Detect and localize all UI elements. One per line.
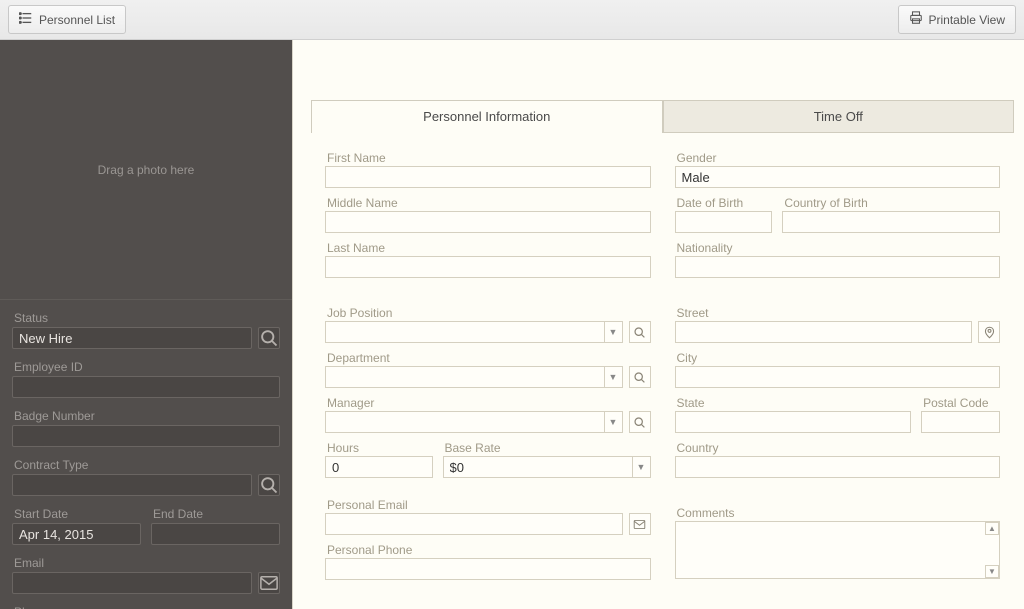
comments-label: Comments [675,506,1001,521]
personal-phone-label: Personal Phone [325,543,651,558]
scroll-down-icon[interactable]: ▼ [985,565,999,578]
department-label: Department [325,351,651,366]
end-date-label: End Date [151,504,280,523]
personal-email-button[interactable] [629,513,651,535]
end-date-input[interactable] [151,523,280,545]
personal-email-label: Personal Email [325,498,651,513]
employee-id-input[interactable] [12,376,280,398]
street-input[interactable] [675,321,973,343]
city-input[interactable] [675,366,1001,388]
start-date-input[interactable] [12,523,141,545]
first-name-label: First Name [325,151,651,166]
personal-phone-input[interactable] [325,558,651,580]
country-input[interactable] [675,456,1001,478]
manager-lookup-button[interactable] [629,411,651,433]
list-icon [19,11,33,28]
city-label: City [675,351,1001,366]
middle-name-label: Middle Name [325,196,651,211]
chevron-down-icon: ▼ [604,412,622,432]
email-label: Email [12,553,280,572]
personnel-list-button[interactable]: Personnel List [8,5,126,34]
job-lookup-button[interactable] [629,321,651,343]
chevron-down-icon: ▼ [604,322,622,342]
hours-input[interactable] [325,456,433,478]
job-label: Job Position [325,306,651,321]
contract-type-lookup-button[interactable] [258,474,280,496]
last-name-input[interactable] [325,256,651,278]
photo-drop-zone[interactable]: Drag a photo here [0,40,292,300]
printable-view-label: Printable View [929,13,1006,27]
map-pin-button[interactable] [978,321,1000,343]
photo-drop-label: Drag a photo here [98,163,195,177]
postal-input[interactable] [921,411,1000,433]
status-label: Status [12,308,280,327]
tabs: Personnel Information Time Off [311,100,1014,133]
state-input[interactable] [675,411,912,433]
badge-label: Badge Number [12,406,280,425]
manager-label: Manager [325,396,651,411]
street-label: Street [675,306,1001,321]
gender-label: Gender [675,151,1001,166]
content-panel: Personnel Information Time Off First Nam… [292,40,1024,609]
middle-name-input[interactable] [325,211,651,233]
badge-input[interactable] [12,425,280,447]
start-date-label: Start Date [12,504,141,523]
manager-select[interactable]: ▼ [325,411,623,433]
base-rate-select[interactable]: ▼ [443,456,651,478]
scroll-up-icon[interactable]: ▲ [985,522,999,535]
cob-input[interactable] [782,211,1000,233]
employee-id-label: Employee ID [12,357,280,376]
personnel-list-label: Personnel List [39,13,115,27]
hours-label: Hours [325,441,433,456]
phone-label: Phone [12,602,280,609]
chevron-down-icon: ▼ [604,367,622,387]
postal-label: Postal Code [921,396,1000,411]
department-select[interactable]: ▼ [325,366,623,388]
dob-label: Date of Birth [675,196,773,211]
department-lookup-button[interactable] [629,366,651,388]
tab-time-off[interactable]: Time Off [663,100,1015,132]
state-label: State [675,396,912,411]
status-input[interactable] [12,327,252,349]
nationality-input[interactable] [675,256,1001,278]
gender-input[interactable] [675,166,1001,188]
email-compose-button[interactable] [258,572,280,594]
base-rate-label: Base Rate [443,441,651,456]
contract-type-input[interactable] [12,474,252,496]
cob-label: Country of Birth [782,196,1000,211]
chevron-down-icon: ▼ [632,457,650,477]
contract-type-label: Contract Type [12,455,280,474]
email-input[interactable] [12,572,252,594]
tab-personnel-info[interactable]: Personnel Information [311,100,663,132]
printable-view-button[interactable]: Printable View [898,5,1017,34]
country-label: Country [675,441,1001,456]
header-bar: Personnel List Printable View [0,0,1024,40]
personal-email-input[interactable] [325,513,623,535]
comments-textarea[interactable]: ▲ ▼ [675,521,1001,579]
printer-icon [909,11,923,28]
last-name-label: Last Name [325,241,651,256]
first-name-input[interactable] [325,166,651,188]
sidebar: Drag a photo here Status Employee ID Bad… [0,40,292,609]
job-select[interactable]: ▼ [325,321,623,343]
nationality-label: Nationality [675,241,1001,256]
status-lookup-button[interactable] [258,327,280,349]
dob-input[interactable] [675,211,773,233]
